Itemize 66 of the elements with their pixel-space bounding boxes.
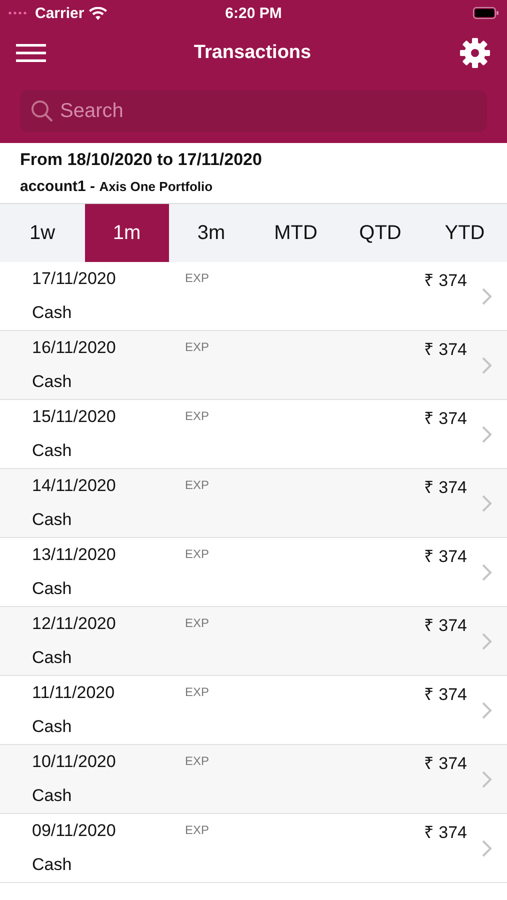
transaction-type: EXP <box>185 339 210 356</box>
transaction-type: EXP <box>185 753 210 770</box>
chevron-icon <box>482 288 492 304</box>
transaction-row[interactable]: 12/11/2020 EXP ₹ 374 Cash <box>0 607 507 676</box>
transaction-date: 12/11/2020 <box>32 614 117 634</box>
carrier-label: Carrier <box>35 4 84 22</box>
transaction-amount: ₹ 374 <box>424 822 467 842</box>
transaction-type: EXP <box>185 684 210 701</box>
payment-method: Cash <box>32 717 73 737</box>
transaction-type: EXP <box>185 408 210 425</box>
portfolio-name: Axis One Portfolio <box>99 179 213 194</box>
payment-method: Cash <box>32 786 73 806</box>
transaction-date: 14/11/2020 <box>32 476 117 496</box>
menu-button[interactable] <box>16 43 46 63</box>
transaction-date: 09/11/2020 <box>32 821 117 841</box>
payment-method: Cash <box>32 372 73 392</box>
transaction-date: 16/11/2020 <box>32 338 117 358</box>
search-field[interactable]: Search <box>20 90 487 132</box>
transaction-amount: ₹ 374 <box>424 752 467 774</box>
transaction-date: 17/11/2020 <box>32 269 117 289</box>
chevron-icon <box>482 770 492 788</box>
transaction-amount: ₹ 374 <box>424 270 467 290</box>
period-tab[interactable]: 1w <box>0 204 84 262</box>
payment-method: Cash <box>32 855 73 875</box>
period-tab[interactable]: MTD <box>254 204 338 262</box>
payment-method: Cash <box>32 579 73 599</box>
payment-method: Cash <box>32 510 73 530</box>
chevron-icon <box>482 840 492 856</box>
transaction-type: EXP <box>185 822 210 839</box>
transaction-row[interactable]: 14/11/2020 EXP ₹ 374 Cash <box>0 469 507 538</box>
period-tab[interactable]: 3m <box>169 204 254 262</box>
transaction-amount: ₹ 374 <box>424 546 467 566</box>
transaction-type: EXP <box>185 477 210 494</box>
account-name: account1 - <box>20 178 96 195</box>
transaction-amount: ₹ 374 <box>424 614 467 636</box>
chevron-icon <box>482 426 492 442</box>
transaction-type: EXP <box>185 270 210 287</box>
chevron-icon <box>482 702 492 718</box>
payment-method: Cash <box>32 441 73 461</box>
chevron-icon <box>482 494 492 512</box>
status-time: 6:20 PM <box>225 4 282 22</box>
period-tab[interactable]: YTD <box>422 204 507 262</box>
chevron-icon <box>482 632 492 650</box>
chevron-icon <box>482 356 492 374</box>
transaction-amount: ₹ 374 <box>424 476 467 498</box>
transaction-date: 10/11/2020 <box>32 752 117 772</box>
transaction-type: EXP <box>185 546 210 563</box>
period-tab[interactable]: 1m <box>84 204 169 262</box>
transaction-date: 11/11/2020 <box>32 683 116 703</box>
wifi-icon <box>89 6 108 20</box>
transaction-amount: ₹ 374 <box>424 338 467 360</box>
payment-method: Cash <box>32 648 73 668</box>
transaction-date: 15/11/2020 <box>32 407 117 427</box>
transaction-row[interactable]: 10/11/2020 EXP ₹ 374 Cash <box>0 745 507 814</box>
transaction-type: EXP <box>185 615 210 632</box>
period-tab[interactable]: QTD <box>338 204 422 262</box>
transaction-amount: ₹ 374 <box>424 408 467 428</box>
chevron-icon <box>482 564 492 580</box>
battery-icon <box>473 7 499 19</box>
transaction-date: 13/11/2020 <box>32 545 117 565</box>
page-title: Transactions <box>194 42 312 64</box>
transaction-amount: ₹ 374 <box>424 684 467 704</box>
transaction-row[interactable]: 16/11/2020 EXP ₹ 374 Cash <box>0 331 507 400</box>
settings-button[interactable] <box>459 37 491 69</box>
payment-method: Cash <box>32 303 73 323</box>
date-range: From 18/10/2020 to 17/11/2020 <box>20 150 262 170</box>
